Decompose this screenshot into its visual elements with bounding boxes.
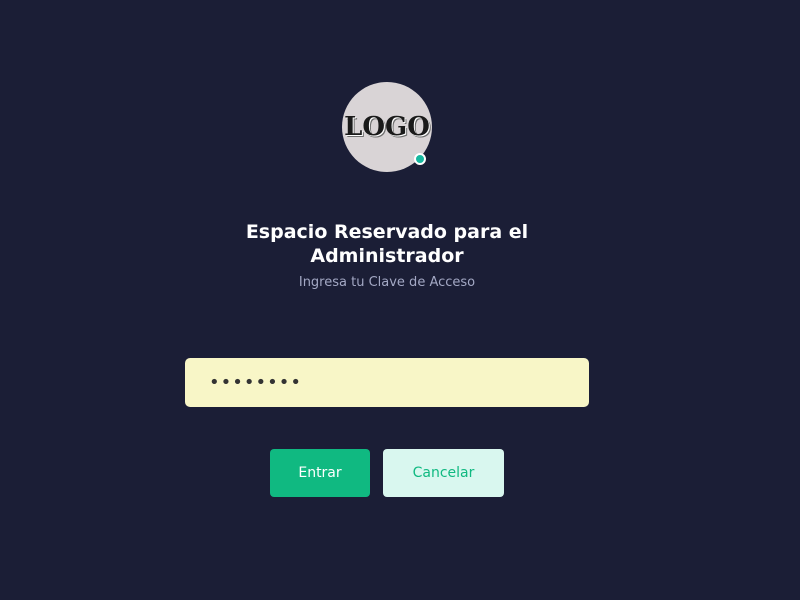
cancelar-button[interactable]: Cancelar — [383, 449, 504, 497]
online-status-indicator — [414, 153, 426, 165]
logo-text: LOGO — [344, 112, 430, 142]
page-subtitle: Ingresa tu Clave de Acceso — [298, 275, 476, 290]
entrar-button[interactable]: Entrar — [270, 449, 370, 497]
page-title: Espacio Reservado para el Administrador — [245, 221, 529, 267]
password-input[interactable] — [185, 358, 589, 407]
